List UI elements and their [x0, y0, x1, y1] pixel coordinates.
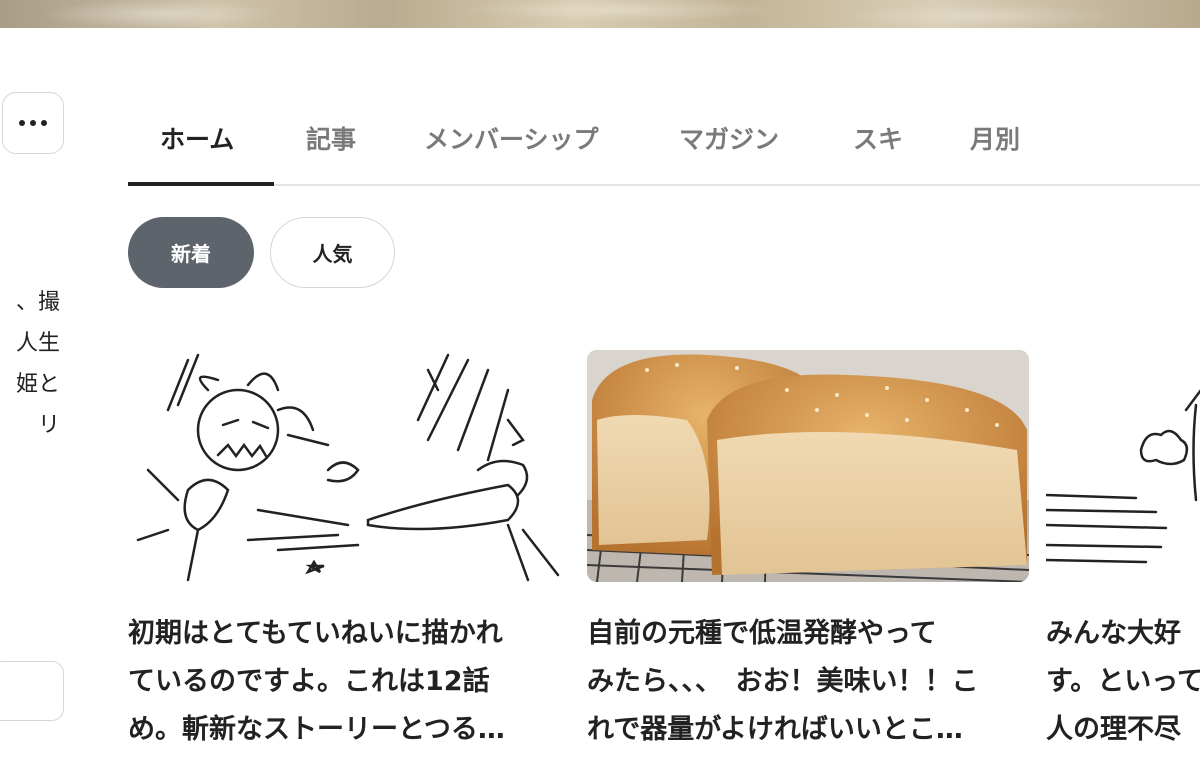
tab-home[interactable]: ホーム: [160, 120, 234, 156]
article-card[interactable]: 初期はとてもていねいに描かれ ているのですよ。これは12話 め。斬新なストーリー…: [128, 350, 570, 754]
article-title-line: みんな大好: [1046, 618, 1181, 649]
filter-popular-button[interactable]: 人気: [270, 217, 395, 288]
bread-loaf-photo-icon: [587, 350, 1029, 582]
article-title[interactable]: 初期はとてもていねいに描かれ ているのですよ。これは12話 め。斬新なストーリー…: [128, 610, 570, 754]
profile-bio-line: リ: [37, 413, 60, 438]
article-thumbnail-manga[interactable]: [1046, 350, 1200, 582]
profile-bio-line: 、撮: [15, 290, 60, 315]
article-thumbnail-bread[interactable]: [587, 350, 1029, 582]
active-tab-indicator: [128, 182, 274, 186]
article-card[interactable]: 自前の元種で低温発酵やって みたら、、、 おお！美味い！！こ れで器量がよければ…: [587, 350, 1029, 754]
article-title-line: す。といって: [1046, 666, 1200, 697]
filter-new-button[interactable]: 新着: [128, 217, 254, 288]
manga-illustration-icon: [1046, 389, 1200, 564]
article-card[interactable]: みんな大好 す。といって 人の理不尽: [1046, 350, 1200, 754]
article-title-line: れで器量がよければいいとこ…: [587, 714, 963, 745]
more-dot: [41, 120, 47, 126]
header-banner-image: [0, 0, 1200, 28]
more-options-button[interactable]: [2, 92, 64, 154]
article-title[interactable]: 自前の元種で低温発酵やって みたら、、、 おお！美味い！！こ れで器量がよければ…: [587, 610, 1029, 754]
tab-membership[interactable]: メンバーシップ: [424, 120, 599, 156]
profile-bio-line: 姫と: [15, 372, 60, 397]
profile-tabs: ホーム 記事 メンバーシップ マガジン スキ 月別: [128, 100, 1200, 186]
more-horizontal-icon: [19, 120, 25, 126]
tab-articles[interactable]: 記事: [306, 120, 356, 156]
article-title[interactable]: みんな大好 す。といって 人の理不尽: [1046, 610, 1200, 754]
article-title-line: 人の理不尽: [1046, 714, 1181, 745]
profile-bio-line: 人生: [15, 331, 60, 356]
article-title-line: ているのですよ。これは12話: [128, 666, 490, 697]
article-title-line: みたら、、、 おお！美味い！！こ: [587, 666, 979, 697]
tab-monthly[interactable]: 月別: [970, 120, 1020, 156]
tab-magazine[interactable]: マガジン: [679, 120, 779, 156]
article-title-line: 初期はとてもていねいに描かれ: [128, 618, 503, 649]
tab-likes[interactable]: スキ: [853, 120, 903, 156]
manga-illustration-icon: [136, 353, 560, 582]
article-title-line: 自前の元種で低温発酵やって: [587, 618, 937, 649]
article-thumbnail-manga[interactable]: [128, 350, 570, 582]
more-dot: [30, 120, 36, 126]
article-title-line: め。斬新なストーリーとつる…: [128, 714, 505, 745]
follow-button[interactable]: [0, 661, 64, 721]
